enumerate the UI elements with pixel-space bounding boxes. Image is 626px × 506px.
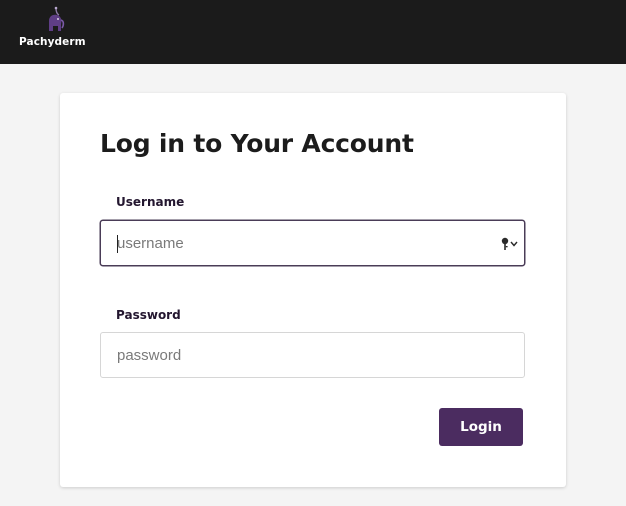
page-title: Log in to Your Account xyxy=(100,129,414,158)
login-button[interactable]: Login xyxy=(439,408,523,446)
username-input[interactable] xyxy=(101,221,524,265)
username-label: Username xyxy=(116,195,185,209)
key-dropdown-icon[interactable] xyxy=(499,235,519,253)
pachyderm-elephant-icon xyxy=(49,6,65,31)
password-input[interactable] xyxy=(101,333,524,377)
username-field[interactable] xyxy=(100,220,525,266)
text-cursor xyxy=(117,235,118,253)
brand-logo[interactable]: Pachyderm xyxy=(19,6,91,56)
login-card: Log in to Your Account Username Password… xyxy=(60,93,566,487)
brand-name: Pachyderm xyxy=(19,36,86,48)
password-field[interactable] xyxy=(100,332,525,378)
password-label: Password xyxy=(116,308,181,322)
top-bar: Pachyderm xyxy=(0,0,626,64)
